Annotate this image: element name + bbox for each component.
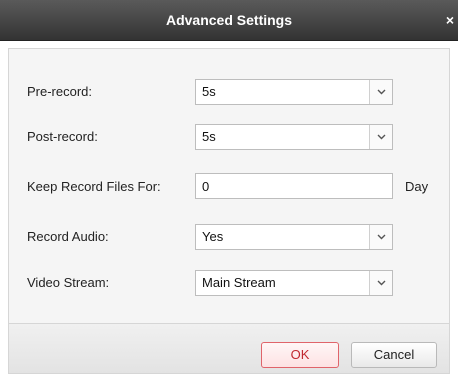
post-record-select[interactable]: 5s [195, 124, 393, 150]
dialog-footer: OK Cancel [8, 324, 450, 374]
record-audio-value: Yes [202, 229, 224, 244]
record-audio-label: Record Audio: [27, 229, 109, 244]
advanced-settings-dialog: Advanced Settings × Pre-record: 5s Post-… [0, 0, 458, 382]
pre-record-label: Pre-record: [27, 84, 93, 99]
keep-record-files-label: Keep Record Files For: [27, 179, 161, 194]
record-audio-select[interactable]: Yes [195, 224, 393, 250]
chevron-down-icon[interactable] [369, 80, 392, 104]
cancel-button[interactable]: Cancel [351, 342, 437, 368]
post-record-value: 5s [202, 129, 216, 144]
pre-record-value: 5s [202, 84, 216, 99]
pre-record-select[interactable]: 5s [195, 79, 393, 105]
chevron-down-icon[interactable] [369, 125, 392, 149]
close-icon[interactable]: × [446, 0, 454, 40]
video-stream-select[interactable]: Main Stream [195, 270, 393, 296]
day-unit-label: Day [405, 179, 429, 194]
chevron-down-icon[interactable] [369, 225, 392, 249]
video-stream-value: Main Stream [202, 275, 276, 290]
settings-panel: Pre-record: 5s Post-record: 5s Keep Reco… [8, 48, 450, 324]
keep-record-files-input[interactable] [195, 173, 393, 199]
chevron-down-icon[interactable] [369, 271, 392, 295]
dialog-title: Advanced Settings [165, 12, 293, 28]
title-bar: Advanced Settings × [0, 0, 458, 41]
post-record-label: Post-record: [27, 129, 98, 144]
video-stream-label: Video Stream: [27, 275, 110, 290]
ok-button[interactable]: OK [261, 342, 339, 368]
